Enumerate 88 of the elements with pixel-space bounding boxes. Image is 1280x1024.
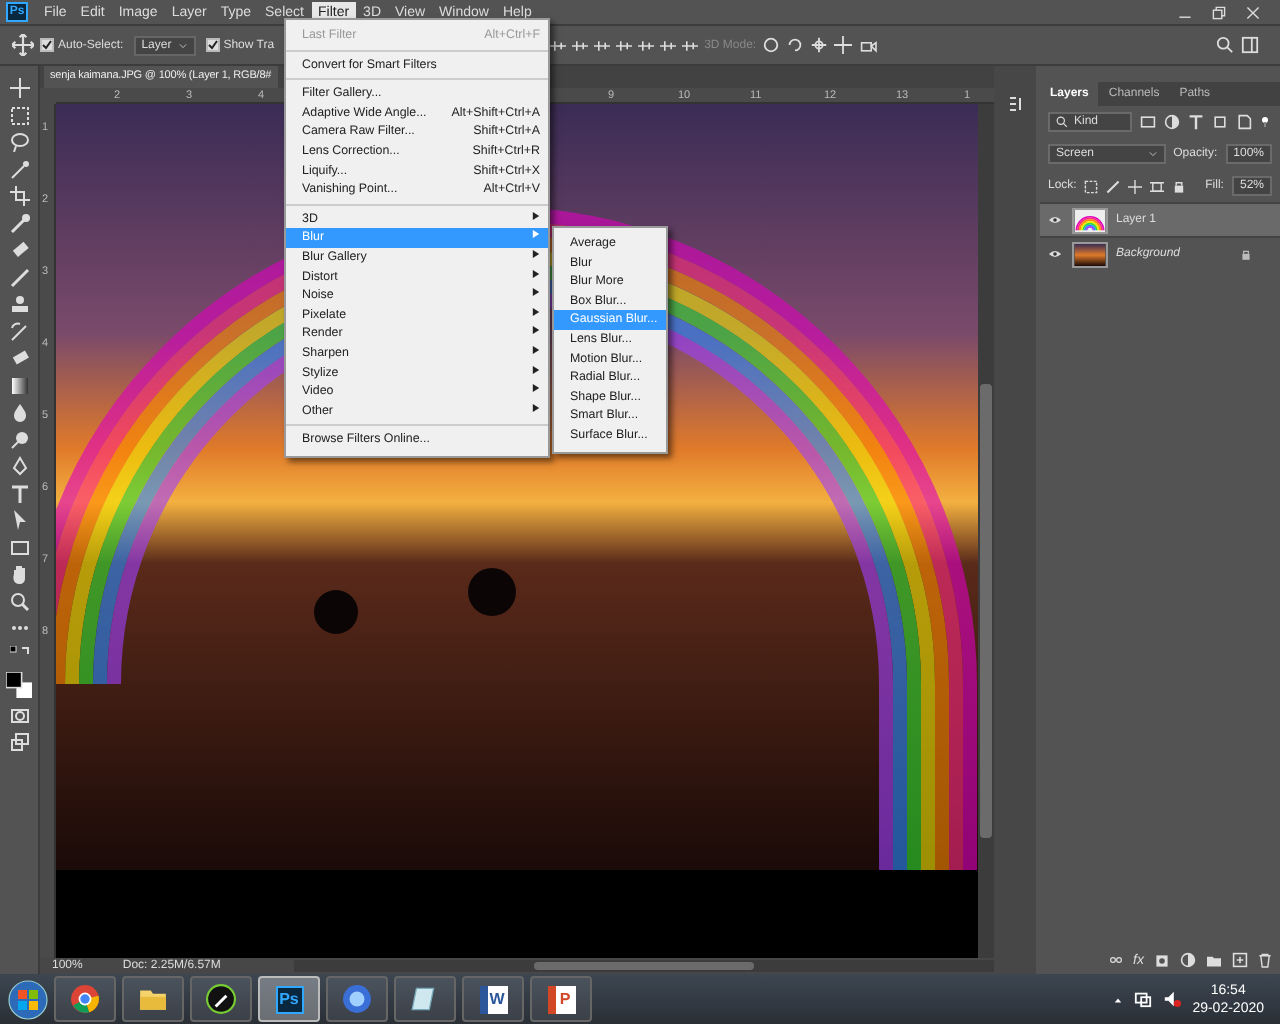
adjustment-icon[interactable] [1180, 952, 1196, 968]
type-icon[interactable] [9, 483, 29, 503]
zoom-icon[interactable] [9, 591, 29, 611]
search-icon [1056, 116, 1068, 128]
caret-icon [1147, 150, 1158, 158]
move-icon[interactable] [1128, 179, 1143, 193]
globe-icon [342, 984, 372, 1014]
checkmark-icon [207, 40, 218, 50]
taskbar-button[interactable]: Ps [258, 976, 320, 1022]
caret-icon [177, 41, 188, 49]
color-swatches[interactable] [6, 672, 32, 698]
taskbar-button[interactable] [326, 976, 388, 1022]
brush-icon[interactable] [1106, 179, 1121, 193]
eyedropper-icon[interactable] [9, 213, 29, 233]
align-icon[interactable] [638, 37, 655, 53]
taskbar-button[interactable]: P [530, 976, 592, 1022]
history-icon[interactable] [1005, 94, 1025, 114]
taskbar-button[interactable] [54, 976, 116, 1022]
roll-3d-icon[interactable] [786, 36, 805, 54]
pan-3d-icon[interactable] [810, 36, 829, 54]
gradient-icon[interactable] [9, 375, 29, 395]
folder-icon[interactable] [1206, 953, 1222, 967]
link-icon[interactable] [1107, 954, 1124, 966]
taskbar-button[interactable] [122, 976, 184, 1022]
search-icon[interactable] [1216, 36, 1234, 54]
new-layer-icon[interactable] [1232, 952, 1248, 968]
hand-icon[interactable] [9, 564, 29, 584]
orbit-3d-icon[interactable] [762, 36, 781, 54]
layer-thumbnail [1072, 241, 1108, 267]
stamp-icon[interactable] [9, 294, 29, 314]
scrollbar-thumb[interactable] [534, 962, 754, 970]
scrollbar[interactable] [978, 104, 994, 958]
chrome-icon [70, 984, 100, 1014]
align-icon[interactable] [616, 37, 633, 53]
crop-icon[interactable] [9, 186, 29, 206]
align-icon[interactable] [660, 37, 677, 53]
network-icon[interactable] [1134, 990, 1153, 1008]
lock-pixels-icon[interactable] [1084, 179, 1099, 193]
auto-select-checkbox[interactable] [40, 38, 54, 52]
dodge-icon[interactable] [9, 429, 29, 449]
quick-mask-icon[interactable] [9, 705, 29, 725]
workspace-icon[interactable] [1240, 36, 1260, 54]
eye-icon[interactable] [1046, 214, 1064, 226]
trash-icon[interactable] [1258, 952, 1272, 968]
scrollbar-thumb[interactable] [980, 384, 992, 838]
screen-mode-icon[interactable] [9, 732, 29, 752]
filter-toggle-icon[interactable] [1260, 114, 1270, 130]
folder-icon [138, 984, 168, 1014]
checkmark-icon [42, 40, 52, 50]
layer-thumbnail [1072, 207, 1108, 233]
align-icon[interactable] [682, 37, 699, 53]
taskbar-button[interactable] [394, 976, 456, 1022]
camera-3d-icon[interactable] [858, 37, 879, 53]
slide-3d-icon[interactable] [834, 36, 853, 54]
eye-icon[interactable] [1046, 248, 1064, 260]
adjustment-filter-icon[interactable] [1164, 114, 1180, 130]
align-icon[interactable] [594, 37, 611, 53]
brush-icon[interactable] [9, 267, 29, 287]
arrow-select-icon[interactable] [9, 510, 29, 530]
shape-filter-icon[interactable] [1212, 114, 1228, 130]
smart-object-filter-icon[interactable] [1236, 114, 1252, 130]
taskbar-button[interactable] [190, 976, 252, 1022]
taskbar-button[interactable]: W [462, 976, 524, 1022]
drop-icon[interactable] [9, 402, 29, 422]
image-filter-icon[interactable] [1140, 114, 1156, 130]
move-icon[interactable] [9, 78, 29, 98]
align-icon[interactable] [572, 37, 589, 53]
show-transform-checkbox[interactable] [205, 38, 220, 52]
artboard-icon[interactable] [1150, 179, 1165, 193]
scrollbar[interactable] [294, 960, 994, 972]
lasso-icon[interactable] [9, 132, 29, 152]
type-filter-icon[interactable] [1188, 114, 1204, 130]
volume-muted-icon[interactable] [1162, 990, 1183, 1008]
pen-icon[interactable] [9, 456, 29, 476]
notepad-icon [410, 984, 440, 1014]
restore-icon[interactable] [1212, 5, 1226, 19]
lock-icon[interactable] [1172, 179, 1187, 193]
start-orb-icon[interactable] [8, 979, 48, 1019]
align-icon[interactable] [550, 37, 567, 53]
close-icon[interactable] [1246, 5, 1260, 19]
history-brush-icon[interactable] [9, 321, 29, 341]
magic-wand-icon[interactable] [9, 159, 29, 179]
mask-icon[interactable] [1154, 953, 1170, 967]
show-hidden-icon[interactable] [1112, 995, 1125, 1003]
marquee-icon[interactable] [9, 105, 29, 125]
move-icon[interactable] [12, 34, 34, 56]
pen-app-icon [206, 984, 236, 1014]
rectangle-icon[interactable] [9, 537, 29, 557]
